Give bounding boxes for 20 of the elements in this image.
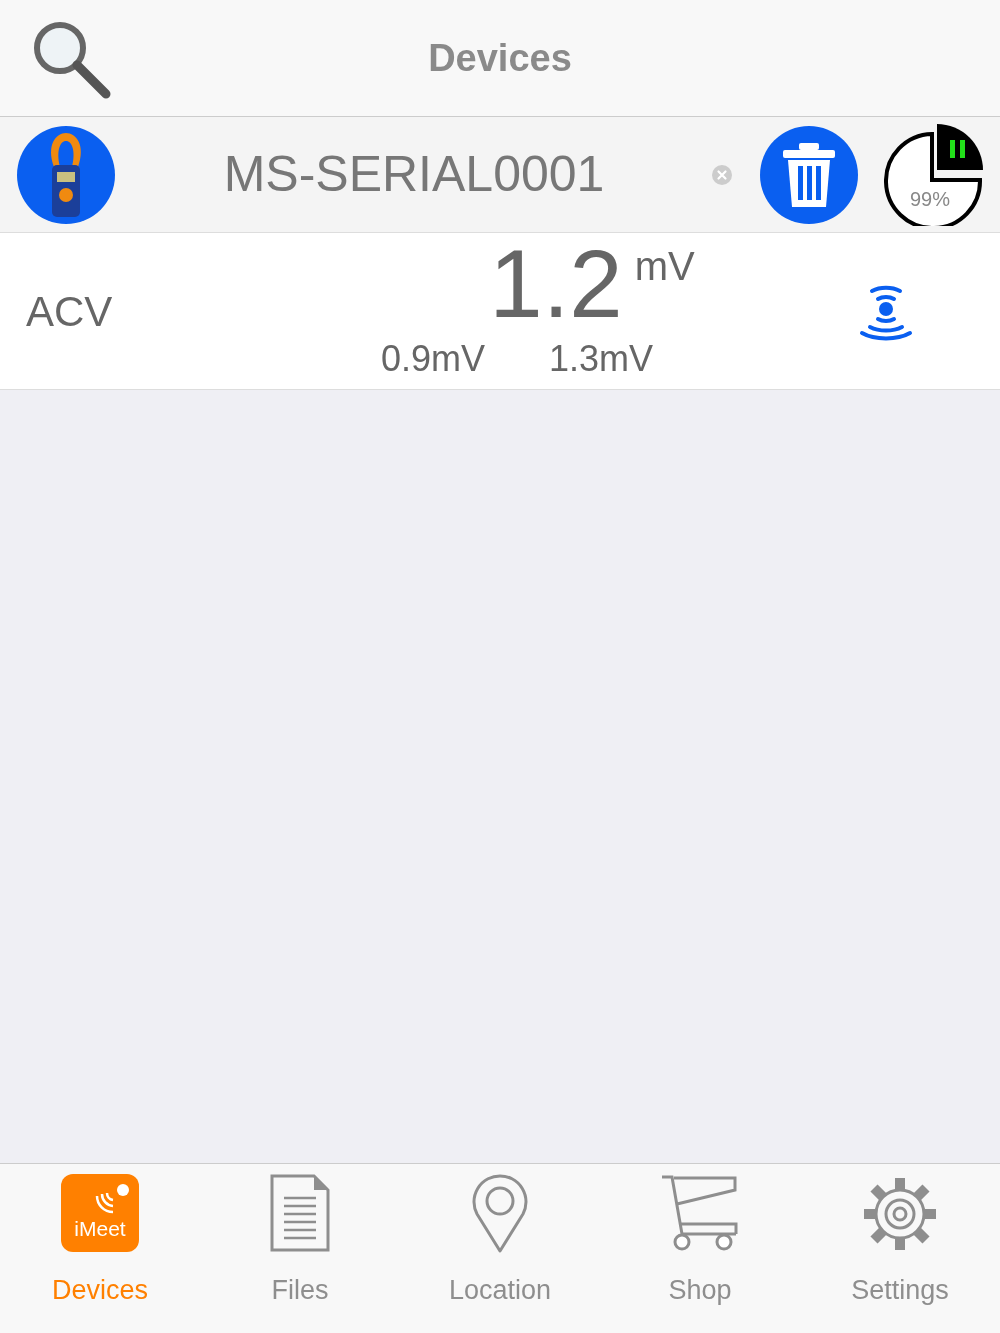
tab-button[interactable]: iMeet Devices	[0, 1164, 200, 1333]
tab-button[interactable]: Shop	[600, 1164, 800, 1333]
clamp-meter-icon	[16, 124, 116, 225]
max-reading: 1.3mV	[549, 337, 654, 381]
measurement-mode: ACV	[26, 286, 114, 337]
pause-icon[interactable]	[948, 137, 968, 160]
app-logo-icon: iMeet	[61, 1174, 139, 1252]
map-pin-icon	[471, 1174, 529, 1254]
min-reading: 0.9mV	[380, 337, 485, 381]
tab-button[interactable]: Files	[200, 1164, 400, 1333]
battery-percentage: 99%	[910, 186, 951, 212]
reading-unit: mV	[634, 243, 695, 290]
tab-button[interactable]: Location	[400, 1164, 600, 1333]
tab-button[interactable]: Settings	[800, 1164, 1000, 1333]
reading-value: 1.2	[489, 236, 623, 332]
document-icon	[270, 1174, 330, 1252]
cart-icon	[660, 1174, 740, 1252]
battery-pie-icon	[884, 123, 984, 226]
device-name: MS-SERIAL0001	[222, 145, 606, 204]
page-title: Devices	[428, 35, 572, 81]
